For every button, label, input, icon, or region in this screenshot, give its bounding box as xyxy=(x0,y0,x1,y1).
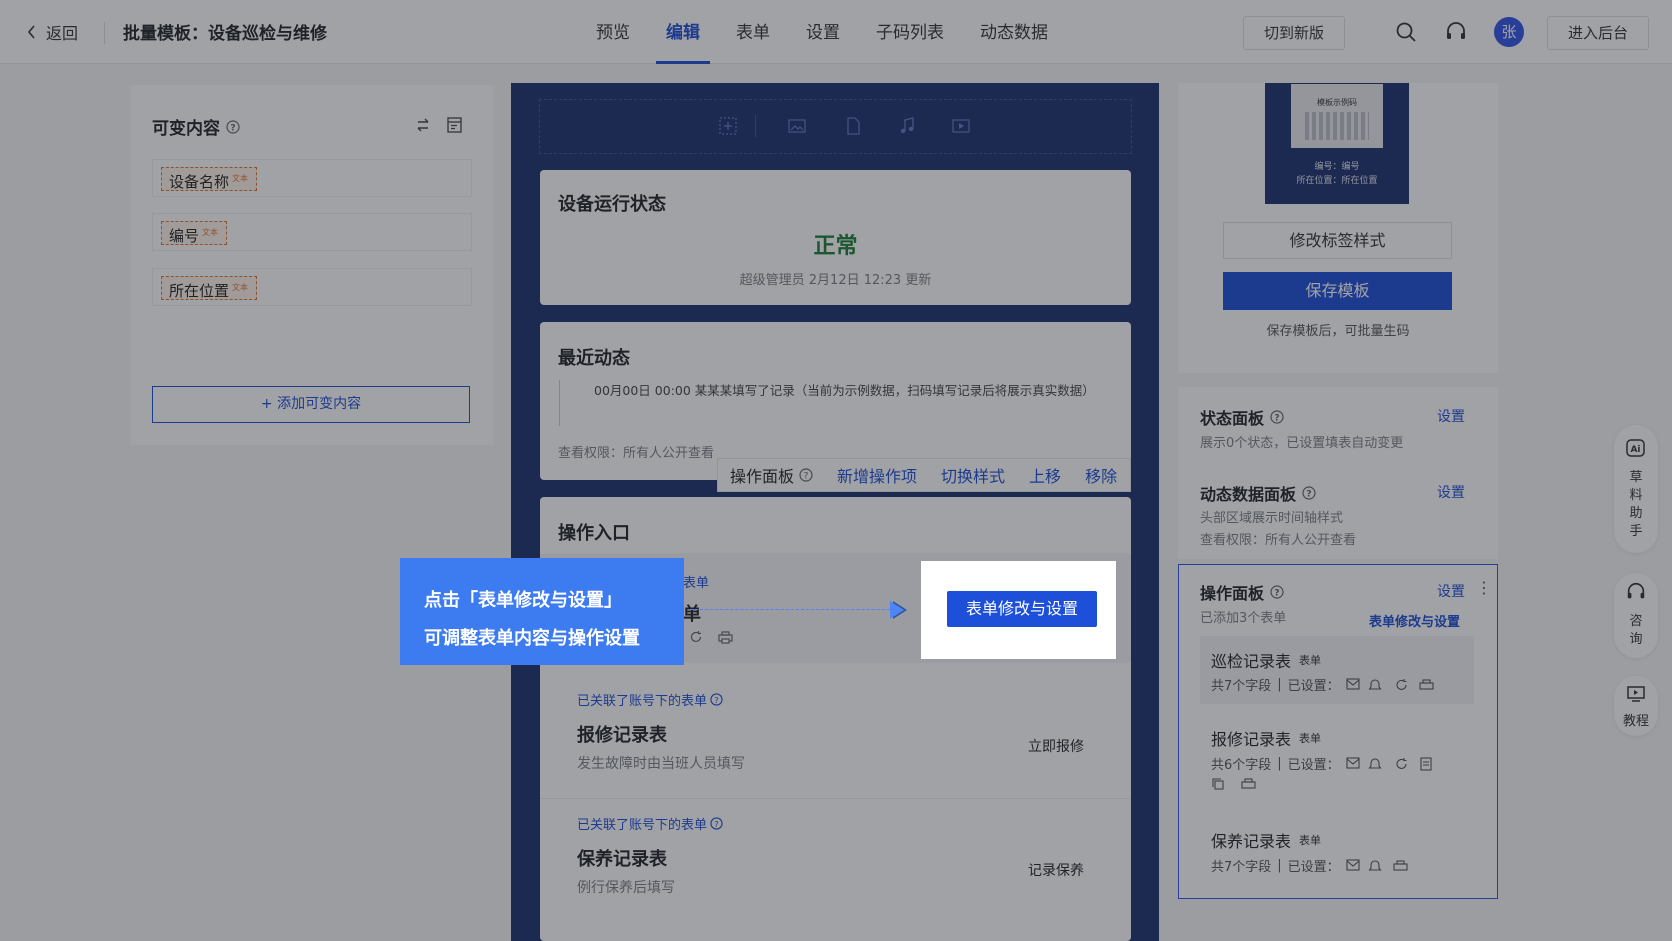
guide-tooltip-line2: 可调整表单内容与操作设置 xyxy=(424,628,640,649)
guide-tooltip-line1: 点击「表单修改与设置」 xyxy=(424,590,622,611)
form-edit-settings-button[interactable]: 表单修改与设置 xyxy=(947,591,1097,627)
guide-overlay xyxy=(0,0,1672,941)
guide-tooltip: 点击「表单修改与设置」 可调整表单内容与操作设置 xyxy=(400,558,684,665)
guide-arrow-line xyxy=(690,609,890,610)
arrow-right-icon xyxy=(890,601,904,619)
